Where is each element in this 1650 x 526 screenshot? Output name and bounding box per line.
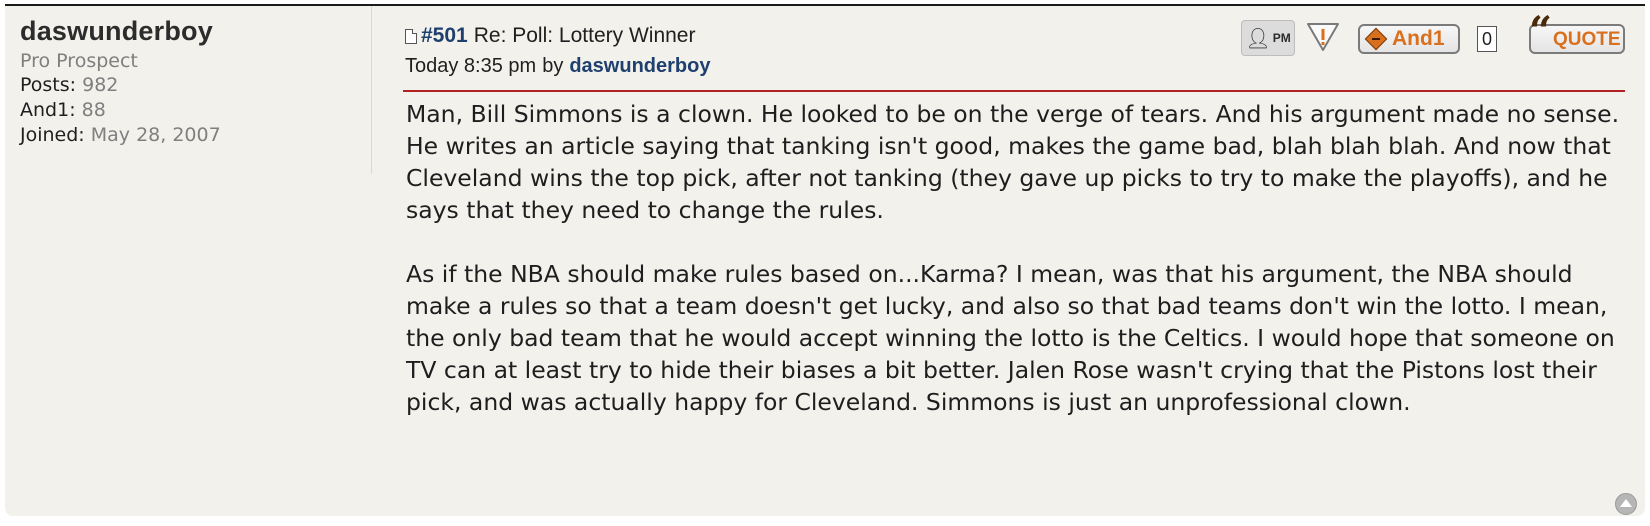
profile-username[interactable]: daswunderboy [20,16,213,47]
post-header: #501 Re: Poll: Lottery Winner Today 8:35… [405,22,710,80]
joined-label: Joined: [20,124,85,146]
back-to-top-button[interactable] [1615,493,1637,515]
and1-count: 0 [1477,26,1497,52]
joined-value: May 28, 2007 [90,124,221,146]
and1-stat-label: And1: [20,99,76,121]
post-title: Re: Poll: Lottery Winner [473,24,696,47]
post-author-link[interactable]: daswunderboy [569,55,710,78]
warning-icon [1307,23,1339,51]
and1-button-label: And1 [1392,27,1445,50]
posts-stat: Posts: 982 [20,74,118,96]
quote-button-label: QUOTE [1553,29,1621,50]
post-paragraph-1: Man, Bill Simmons is a clown. He looked … [406,100,1620,224]
post-title-line: #501 Re: Poll: Lottery Winner [405,22,710,50]
posts-label: Posts: [20,74,77,96]
person-icon: 👤︎ [1245,26,1271,50]
pm-label: PM [1272,31,1291,45]
post-meta: Today 8:35 pm by daswunderboy [405,52,710,80]
header-divider [403,90,1625,92]
quote-mark-icon: “ [1529,8,1553,55]
forum-post: daswunderboy Pro Prospect Posts: 982 And… [5,4,1645,516]
post-body: Man, Bill Simmons is a clown. He looked … [406,98,1631,418]
arrow-up-icon [1620,499,1632,507]
post-number-link[interactable]: #501 [421,24,468,48]
pm-button[interactable]: 👤︎ PM [1241,20,1295,56]
diamond-icon [1364,27,1388,51]
user-rank: Pro Prospect [20,50,138,72]
report-button[interactable] [1305,20,1341,54]
and1-stat: And1: 88 [20,99,106,121]
and1-button[interactable]: And1 [1358,24,1460,54]
post-paragraph-2: As if the NBA should make rules based on… [406,260,1615,416]
document-icon [405,28,417,44]
joined-stat: Joined: May 28, 2007 [20,124,221,146]
post-by: by [542,54,564,77]
user-profile-panel: daswunderboy Pro Prospect Posts: 982 And… [5,6,372,174]
quote-button[interactable]: “ QUOTE [1529,12,1625,54]
post-time: Today 8:35 pm [405,54,537,77]
posts-value: 982 [82,74,119,96]
and1-stat-value: 88 [81,99,106,121]
